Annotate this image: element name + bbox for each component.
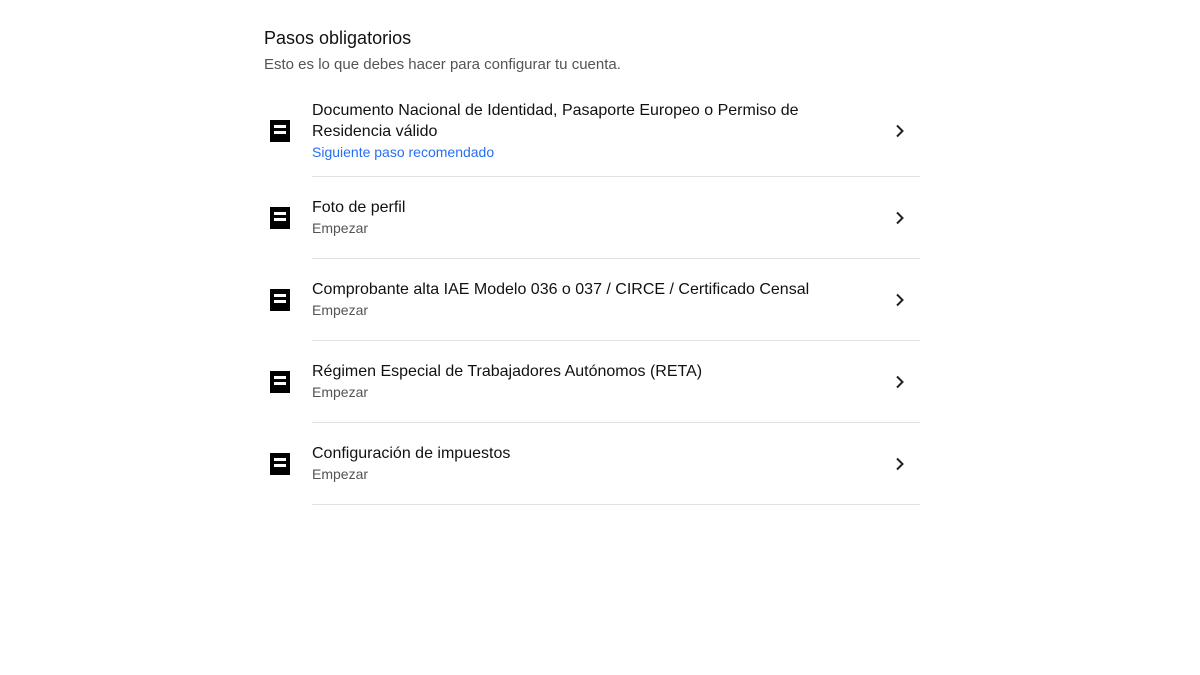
document-icon — [270, 120, 290, 142]
step-status: Empezar — [312, 466, 369, 482]
document-icon — [270, 453, 290, 475]
document-icon — [270, 207, 290, 229]
chevron-right-icon — [888, 457, 912, 471]
required-steps-section: Pasos obligatorios Esto es lo que debes … — [264, 26, 920, 505]
step-title: Régimen Especial de Trabajadores Autónom… — [312, 363, 703, 380]
chevron-right-icon — [888, 124, 912, 138]
document-icon — [270, 289, 290, 311]
document-icon — [270, 371, 290, 393]
steps-list: Documento Nacional de Identidad, Pasapor… — [264, 85, 920, 505]
section-title: Pasos obligatorios — [264, 28, 412, 48]
chevron-right-icon — [888, 375, 912, 389]
step-item-reta[interactable]: Régimen Especial de Trabajadores Autónom… — [264, 341, 920, 423]
step-item-identity-document[interactable]: Documento Nacional de Identidad, Pasapor… — [264, 85, 920, 177]
section-subtitle: Esto es lo que debes hacer para configur… — [264, 56, 621, 73]
step-title: Configuración de impuestos — [312, 445, 511, 462]
step-title: Comprobante alta IAE Modelo 036 o 037 / … — [312, 281, 810, 298]
step-item-tax-settings[interactable]: Configuración de impuestos Empezar — [264, 423, 920, 505]
step-status: Empezar — [312, 302, 369, 318]
chevron-right-icon — [888, 211, 912, 225]
chevron-right-icon — [888, 293, 912, 307]
step-title: Documento Nacional de Identidad, Pasapor… — [312, 101, 799, 140]
step-item-profile-photo[interactable]: Foto de perfil Empezar — [264, 177, 920, 259]
step-item-iae-certificate[interactable]: Comprobante alta IAE Modelo 036 o 037 / … — [264, 259, 920, 341]
step-title: Foto de perfil — [312, 199, 406, 216]
step-status: Empezar — [312, 220, 369, 236]
step-status: Empezar — [312, 384, 369, 400]
step-status: Siguiente paso recomendado — [312, 143, 495, 160]
